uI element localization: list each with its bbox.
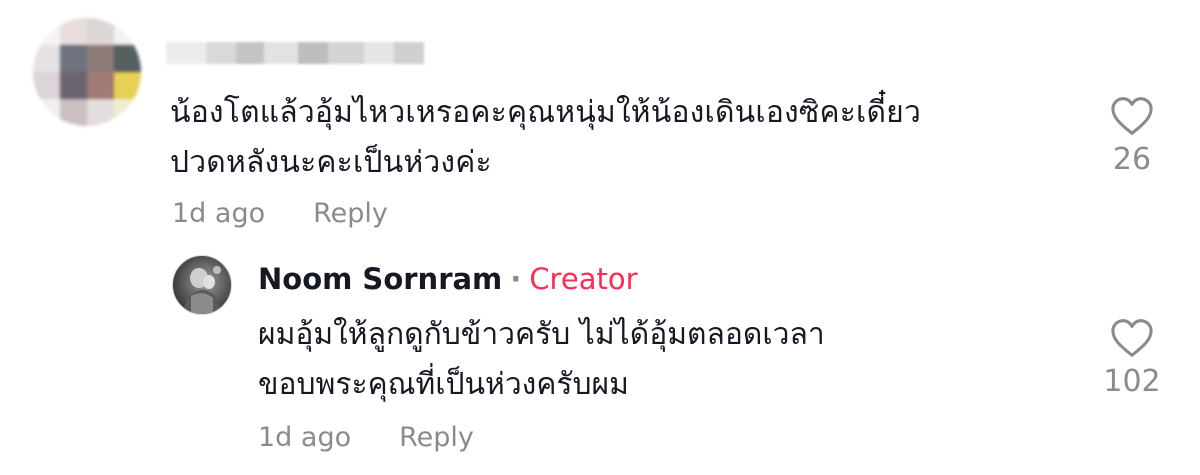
- comment-text-line: ปวดหลังนะคะเป็นห่วงค่ะ: [170, 145, 492, 180]
- comment-text: น้องโตแล้วอุ้มไหวเหรอคะคุณหนุ่มให้น้องเด…: [170, 88, 1070, 188]
- reply-header: Noom Sornram · Creator: [258, 262, 638, 296]
- comment-like-count: 26: [1112, 142, 1152, 177]
- reply-meta: 1d ago Reply: [258, 422, 474, 453]
- heart-outline-icon[interactable]: [1110, 96, 1154, 136]
- comment-reply-button[interactable]: Reply: [313, 198, 388, 229]
- comment-timestamp: 1d ago: [172, 198, 266, 229]
- comment-thread: น้องโตแล้วอุ้มไหวเหรอคะคุณหนุ่มให้น้องเด…: [0, 0, 1200, 475]
- creator-badge: Creator: [529, 262, 638, 296]
- reply-timestamp: 1d ago: [258, 422, 352, 453]
- reply-text-line: ผมอุ้มให้ลูกดูกับข้าวครับ ไม่ได้อุ้มตลอด…: [258, 317, 825, 352]
- comment-text-line: น้องโตแล้วอุ้มไหวเหรอคะคุณหนุ่มให้น้องเด…: [170, 95, 922, 130]
- comment-like: 26: [1092, 96, 1172, 177]
- creator-avatar[interactable]: [172, 255, 232, 315]
- comment-meta: 1d ago Reply: [172, 198, 388, 229]
- reply-text-line: ขอบพระคุณที่เป็นห่วงครับผม: [258, 367, 629, 402]
- heart-outline-icon[interactable]: [1110, 318, 1154, 358]
- header-separator: ·: [510, 262, 522, 296]
- commenter-username-blurred[interactable]: [166, 42, 424, 64]
- commenter-avatar-blurred[interactable]: [33, 18, 141, 126]
- reply-like: 102: [1092, 318, 1172, 399]
- creator-username[interactable]: Noom Sornram: [258, 262, 502, 296]
- reply-reply-button[interactable]: Reply: [399, 422, 474, 453]
- reply-text: ผมอุ้มให้ลูกดูกับข้าวครับ ไม่ได้อุ้มตลอด…: [258, 310, 1078, 410]
- reply-like-count: 102: [1103, 364, 1161, 399]
